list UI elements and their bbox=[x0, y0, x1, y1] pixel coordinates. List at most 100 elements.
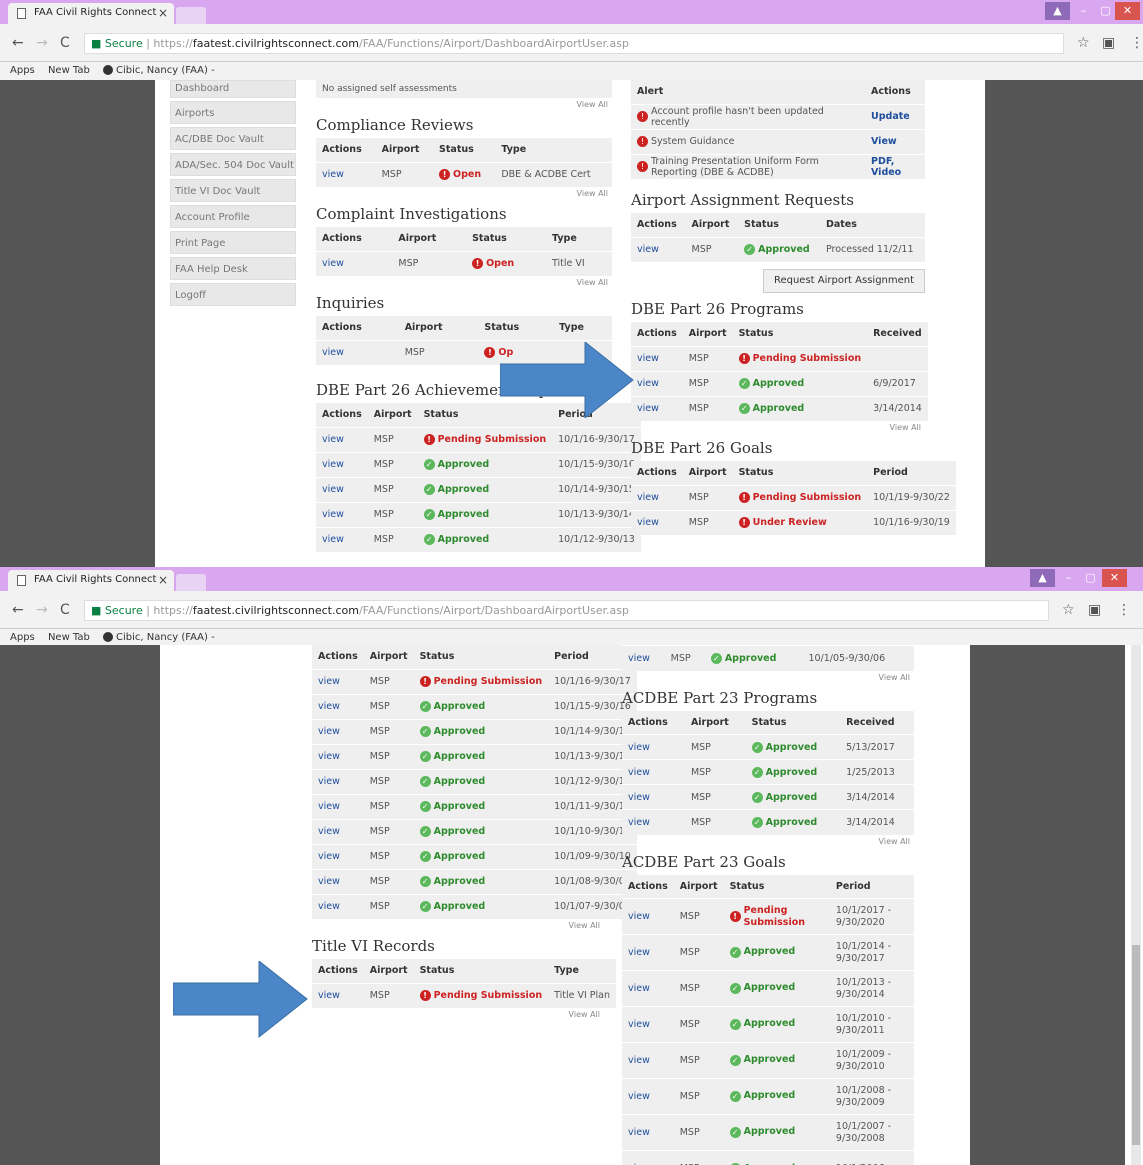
right-gutter bbox=[985, 80, 1143, 567]
forward-icon[interactable]: → bbox=[36, 602, 48, 618]
url-field[interactable]: ■ Secure | https://faatest.civilrightsco… bbox=[84, 600, 1049, 621]
view-link[interactable]: view bbox=[622, 1150, 674, 1165]
sidebar-item-ac-dbe-doc-vault[interactable]: AC/DBE Doc Vault bbox=[170, 127, 296, 150]
view-link[interactable]: view bbox=[631, 484, 683, 510]
request-airport-assignment-button[interactable]: Request Airport Assignment bbox=[763, 269, 925, 293]
close-tab-icon[interactable]: × bbox=[158, 570, 168, 590]
table-row: view MSP ✓ Approved 1/25/2013 bbox=[622, 759, 914, 785]
view-all-link[interactable]: View All bbox=[316, 187, 612, 201]
new-tab-button[interactable] bbox=[176, 574, 206, 591]
view-link[interactable]: view bbox=[622, 759, 685, 785]
alert-action-link[interactable]: View bbox=[865, 128, 925, 154]
close-window-icon[interactable]: ✕ bbox=[1115, 2, 1140, 20]
view-link[interactable]: view bbox=[316, 476, 368, 502]
back-icon[interactable]: ← bbox=[12, 602, 24, 618]
reload-icon[interactable]: C bbox=[60, 35, 70, 51]
view-link[interactable]: view bbox=[316, 339, 399, 365]
view-link[interactable]: view bbox=[622, 734, 685, 760]
view-link[interactable]: view bbox=[312, 668, 364, 694]
view-all-link[interactable]: View All bbox=[312, 1008, 604, 1022]
bookmark-apps[interactable]: Apps bbox=[10, 62, 35, 80]
view-link[interactable]: view bbox=[316, 426, 368, 452]
view-link[interactable]: view bbox=[316, 501, 368, 527]
sidebar-item-title-vi-doc-vault[interactable]: Title VI Doc Vault bbox=[170, 179, 296, 202]
view-link[interactable]: view bbox=[622, 1006, 674, 1043]
cell-status: ✓Approved bbox=[417, 476, 553, 502]
view-link[interactable]: view bbox=[316, 451, 368, 477]
view-link[interactable]: view bbox=[631, 370, 683, 396]
sidebar-item-account-profile[interactable]: Account Profile bbox=[170, 205, 296, 228]
close-tab-icon[interactable]: × bbox=[158, 3, 168, 23]
extension-icon[interactable]: ▣ bbox=[1102, 35, 1115, 51]
view-link[interactable]: view bbox=[622, 1078, 674, 1115]
view-link[interactable]: view bbox=[622, 784, 685, 810]
view-all-link[interactable]: View All bbox=[316, 276, 612, 290]
maximize-icon[interactable]: ▢ bbox=[1078, 569, 1103, 587]
view-link[interactable]: view bbox=[312, 982, 364, 1008]
star-icon[interactable]: ☆ bbox=[1077, 35, 1090, 51]
url-field[interactable]: ■ Secure | https://faatest.civilrightsco… bbox=[84, 33, 1064, 54]
view-link[interactable]: view bbox=[312, 843, 364, 869]
sidebar-item-logoff[interactable]: Logoff bbox=[170, 283, 296, 306]
view-link[interactable]: view bbox=[316, 250, 393, 276]
view-link[interactable]: view bbox=[312, 793, 364, 819]
forward-icon[interactable]: → bbox=[36, 35, 48, 51]
view-link[interactable]: view bbox=[631, 395, 683, 421]
screenshot-top: FAA Civil Rights Connect × ▲ – ▢ ✕ ← → C… bbox=[0, 0, 1143, 567]
new-tab-button[interactable] bbox=[176, 7, 206, 24]
view-all-link[interactable]: View All bbox=[622, 671, 914, 685]
view-link[interactable]: view bbox=[312, 768, 364, 794]
view-link[interactable]: view bbox=[312, 868, 364, 894]
view-link[interactable]: view bbox=[631, 345, 683, 371]
view-link[interactable]: view bbox=[316, 161, 376, 187]
view-link[interactable]: view bbox=[316, 526, 368, 552]
user-icon[interactable]: ▲ bbox=[1030, 569, 1055, 587]
bookmark-user[interactable]: Cibic, Nancy (FAA) - bbox=[103, 62, 215, 80]
alert-icon: ! bbox=[419, 676, 431, 687]
table-header-row: Actions Airport Status Period bbox=[312, 645, 637, 669]
sidebar-item-help-desk[interactable]: FAA Help Desk bbox=[170, 257, 296, 280]
view-link[interactable]: view bbox=[312, 893, 364, 919]
menu-icon[interactable]: ⋮ bbox=[1130, 35, 1143, 51]
view-all-link[interactable]: View All bbox=[631, 421, 925, 435]
alert-action-link[interactable]: PDF, Video bbox=[865, 153, 925, 179]
back-icon[interactable]: ← bbox=[12, 35, 24, 51]
reload-icon[interactable]: C bbox=[60, 602, 70, 618]
scrollbar-thumb[interactable] bbox=[1132, 945, 1140, 1145]
view-link[interactable]: view bbox=[622, 934, 674, 971]
status-text: Approved bbox=[743, 1018, 796, 1030]
view-all-link[interactable]: View All bbox=[622, 835, 914, 849]
view-link[interactable]: view bbox=[312, 743, 364, 769]
sidebar-item-dashboard[interactable]: Dashboard bbox=[170, 80, 296, 98]
alert-icon: ! bbox=[419, 990, 431, 1002]
menu-icon[interactable]: ⋮ bbox=[1117, 602, 1131, 618]
view-link[interactable]: view bbox=[622, 898, 674, 935]
column-header: Actions bbox=[322, 233, 362, 245]
bookmark-new-tab[interactable]: New Tab bbox=[48, 62, 90, 80]
cell-status: ✓Approved bbox=[732, 395, 868, 421]
view-all-link[interactable]: View All bbox=[316, 98, 612, 112]
user-icon[interactable]: ▲ bbox=[1045, 2, 1070, 20]
view-link[interactable]: view bbox=[622, 1114, 674, 1151]
browser-tab[interactable]: FAA Civil Rights Connect × bbox=[8, 3, 174, 24]
view-link[interactable]: view bbox=[631, 236, 686, 262]
star-icon[interactable]: ☆ bbox=[1062, 602, 1075, 618]
view-link[interactable]: view bbox=[312, 718, 364, 744]
browser-tab[interactable]: FAA Civil Rights Connect × bbox=[8, 570, 174, 591]
close-window-icon[interactable]: ✕ bbox=[1102, 569, 1127, 587]
sidebar-item-print-page[interactable]: Print Page bbox=[170, 231, 296, 254]
extension-icon[interactable]: ▣ bbox=[1088, 602, 1101, 618]
view-link[interactable]: view bbox=[312, 818, 364, 844]
view-link[interactable]: view bbox=[312, 693, 364, 719]
view-link[interactable]: view bbox=[622, 809, 685, 835]
alert-action-link[interactable]: Update bbox=[865, 103, 925, 129]
sidebar-item-airports[interactable]: Airports bbox=[170, 101, 296, 124]
view-link[interactable]: view bbox=[622, 645, 665, 671]
view-link[interactable]: view bbox=[622, 970, 674, 1007]
view-link[interactable]: view bbox=[622, 1042, 674, 1079]
sidebar-item-ada-doc-vault[interactable]: ADA/Sec. 504 Doc Vault bbox=[170, 153, 296, 176]
vertical-scrollbar[interactable] bbox=[1131, 645, 1141, 1165]
alert-icon: ! bbox=[472, 258, 484, 270]
view-all-link[interactable]: View All bbox=[312, 919, 604, 933]
view-link[interactable]: view bbox=[631, 509, 683, 535]
